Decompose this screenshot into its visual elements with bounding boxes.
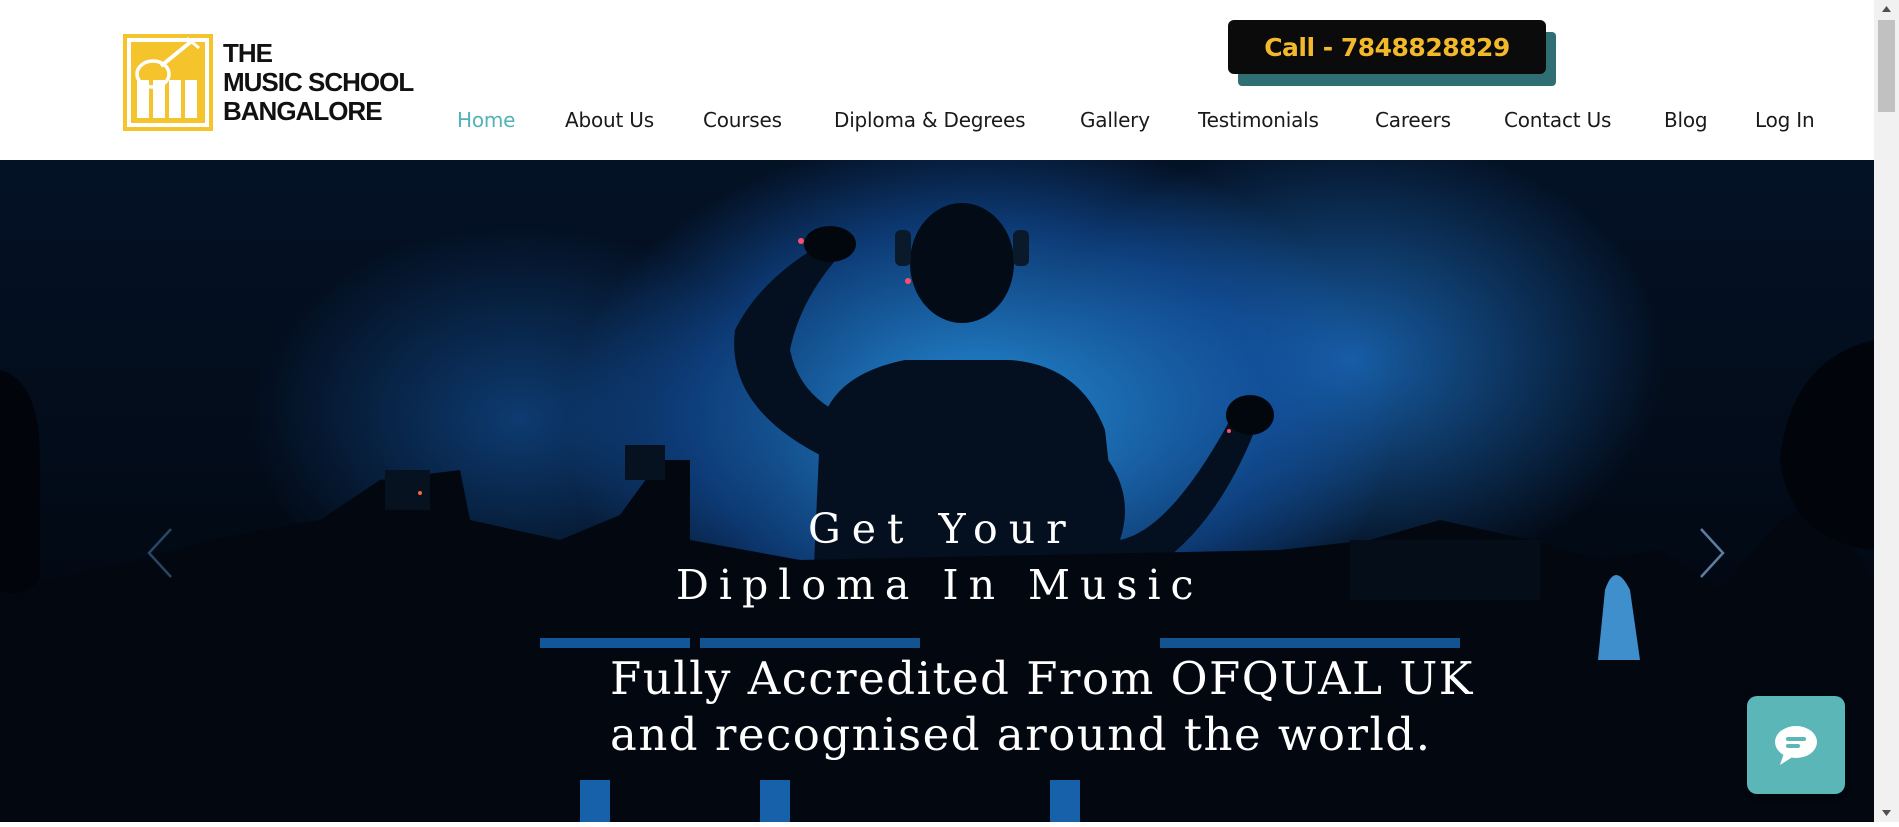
- page: THE MUSIC SCHOOL BANGALORE Call - 784882…: [0, 0, 1874, 822]
- nav-item-gallery[interactable]: Gallery: [1080, 108, 1150, 132]
- hero-heading-line-2: Diploma In Music: [676, 561, 1204, 609]
- nav-item-careers[interactable]: Careers: [1375, 108, 1451, 132]
- nav-item-about-us[interactable]: About Us: [565, 108, 654, 132]
- scroll-up-button[interactable]: [1874, 0, 1899, 18]
- logo-line-2: MUSIC SCHOOL: [223, 67, 414, 97]
- slideshow-prev-button[interactable]: [145, 525, 175, 581]
- hero-slideshow: Get Your Diploma In Music Fully Accredit…: [0, 160, 1874, 822]
- nav-item-home[interactable]: Home: [457, 108, 515, 132]
- logo-line-3: BANGALORE: [223, 96, 383, 126]
- nav-item-courses[interactable]: Courses: [703, 108, 782, 132]
- hero-subheading-line-1: Fully Accredited From OFQUAL UK: [610, 652, 1474, 705]
- site-header: THE MUSIC SCHOOL BANGALORE Call - 784882…: [0, 0, 1874, 160]
- hero-heading-line-1: Get Your: [808, 505, 1077, 553]
- call-button-face[interactable]: Call - 7848828829: [1228, 20, 1546, 74]
- chat-button[interactable]: [1747, 696, 1845, 794]
- scroll-down-button[interactable]: [1874, 804, 1899, 822]
- logo-text: THE MUSIC SCHOOL BANGALORE: [223, 38, 414, 126]
- piano-guitar-logo-icon: [123, 34, 213, 131]
- logo-line-1: THE: [223, 38, 273, 68]
- call-button[interactable]: Call - 7848828829: [1228, 20, 1559, 88]
- chevron-left-icon: [147, 528, 172, 578]
- caret-down-icon: [1882, 810, 1891, 816]
- chevron-right-icon: [1700, 528, 1725, 578]
- nav-item-testimonials[interactable]: Testimonials: [1198, 108, 1319, 132]
- vertical-scrollbar[interactable]: [1874, 0, 1899, 822]
- hero-subheading-line-2: and recognised around the world.: [610, 708, 1432, 761]
- scrollbar-thumb[interactable]: [1878, 20, 1895, 112]
- slideshow-next-button[interactable]: [1697, 525, 1727, 581]
- nav-item-log-in[interactable]: Log In: [1755, 108, 1815, 132]
- nav-item-blog[interactable]: Blog: [1664, 108, 1708, 132]
- site-logo[interactable]: THE MUSIC SCHOOL BANGALORE: [123, 34, 414, 131]
- nav-item-contact-us[interactable]: Contact Us: [1504, 108, 1611, 132]
- caret-up-icon: [1882, 6, 1891, 12]
- chat-bubble-icon: [1775, 726, 1817, 765]
- call-button-label: Call - 7848828829: [1264, 32, 1510, 62]
- nav-item-diploma-degrees[interactable]: Diploma & Degrees: [834, 108, 1026, 132]
